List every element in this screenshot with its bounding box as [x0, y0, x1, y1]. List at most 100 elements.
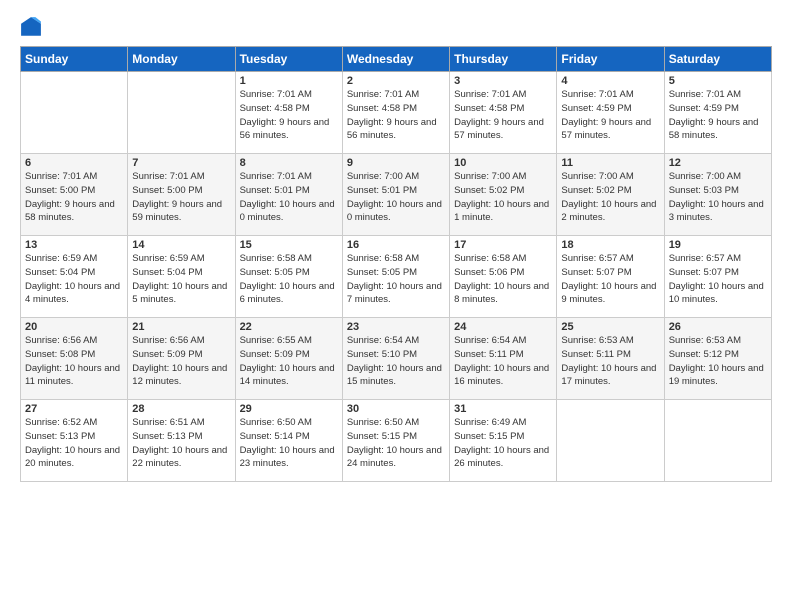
- day-info: Sunrise: 6:49 AM Sunset: 5:15 PM Dayligh…: [454, 416, 552, 471]
- day-number: 29: [240, 403, 338, 415]
- calendar-cell: 24Sunrise: 6:54 AM Sunset: 5:11 PM Dayli…: [450, 318, 557, 400]
- day-info: Sunrise: 7:00 AM Sunset: 5:01 PM Dayligh…: [347, 170, 445, 225]
- calendar-cell: 11Sunrise: 7:00 AM Sunset: 5:02 PM Dayli…: [557, 154, 664, 236]
- calendar-cell: 27Sunrise: 6:52 AM Sunset: 5:13 PM Dayli…: [21, 400, 128, 482]
- day-number: 3: [454, 75, 552, 87]
- day-info: Sunrise: 7:01 AM Sunset: 4:59 PM Dayligh…: [669, 88, 767, 143]
- calendar-cell: 2Sunrise: 7:01 AM Sunset: 4:58 PM Daylig…: [342, 72, 449, 154]
- calendar-cell: 3Sunrise: 7:01 AM Sunset: 4:58 PM Daylig…: [450, 72, 557, 154]
- calendar-week-5: 27Sunrise: 6:52 AM Sunset: 5:13 PM Dayli…: [21, 400, 772, 482]
- day-number: 31: [454, 403, 552, 415]
- day-number: 23: [347, 321, 445, 333]
- day-number: 13: [25, 239, 123, 251]
- day-number: 16: [347, 239, 445, 251]
- day-number: 2: [347, 75, 445, 87]
- calendar-cell: 13Sunrise: 6:59 AM Sunset: 5:04 PM Dayli…: [21, 236, 128, 318]
- day-number: 11: [561, 157, 659, 169]
- day-number: 20: [25, 321, 123, 333]
- day-info: Sunrise: 6:57 AM Sunset: 5:07 PM Dayligh…: [561, 252, 659, 307]
- calendar-cell: 10Sunrise: 7:00 AM Sunset: 5:02 PM Dayli…: [450, 154, 557, 236]
- day-number: 8: [240, 157, 338, 169]
- day-number: 19: [669, 239, 767, 251]
- calendar-cell: 9Sunrise: 7:00 AM Sunset: 5:01 PM Daylig…: [342, 154, 449, 236]
- day-number: 25: [561, 321, 659, 333]
- day-info: Sunrise: 6:50 AM Sunset: 5:15 PM Dayligh…: [347, 416, 445, 471]
- day-number: 17: [454, 239, 552, 251]
- day-number: 28: [132, 403, 230, 415]
- calendar-cell: 15Sunrise: 6:58 AM Sunset: 5:05 PM Dayli…: [235, 236, 342, 318]
- day-info: Sunrise: 6:52 AM Sunset: 5:13 PM Dayligh…: [25, 416, 123, 471]
- calendar-cell: 5Sunrise: 7:01 AM Sunset: 4:59 PM Daylig…: [664, 72, 771, 154]
- calendar-cell: 26Sunrise: 6:53 AM Sunset: 5:12 PM Dayli…: [664, 318, 771, 400]
- day-info: Sunrise: 7:01 AM Sunset: 4:58 PM Dayligh…: [240, 88, 338, 143]
- calendar-cell: 22Sunrise: 6:55 AM Sunset: 5:09 PM Dayli…: [235, 318, 342, 400]
- day-info: Sunrise: 7:00 AM Sunset: 5:02 PM Dayligh…: [561, 170, 659, 225]
- day-info: Sunrise: 6:50 AM Sunset: 5:14 PM Dayligh…: [240, 416, 338, 471]
- day-number: 30: [347, 403, 445, 415]
- calendar-header-sunday: Sunday: [21, 47, 128, 72]
- calendar-cell: 28Sunrise: 6:51 AM Sunset: 5:13 PM Dayli…: [128, 400, 235, 482]
- day-info: Sunrise: 6:54 AM Sunset: 5:10 PM Dayligh…: [347, 334, 445, 389]
- calendar-cell: 25Sunrise: 6:53 AM Sunset: 5:11 PM Dayli…: [557, 318, 664, 400]
- calendar-cell: 29Sunrise: 6:50 AM Sunset: 5:14 PM Dayli…: [235, 400, 342, 482]
- calendar-cell: 8Sunrise: 7:01 AM Sunset: 5:01 PM Daylig…: [235, 154, 342, 236]
- day-number: 21: [132, 321, 230, 333]
- calendar-cell: 4Sunrise: 7:01 AM Sunset: 4:59 PM Daylig…: [557, 72, 664, 154]
- calendar-week-4: 20Sunrise: 6:56 AM Sunset: 5:08 PM Dayli…: [21, 318, 772, 400]
- day-info: Sunrise: 6:57 AM Sunset: 5:07 PM Dayligh…: [669, 252, 767, 307]
- calendar-cell: 6Sunrise: 7:01 AM Sunset: 5:00 PM Daylig…: [21, 154, 128, 236]
- calendar-header-friday: Friday: [557, 47, 664, 72]
- logo-icon: [20, 16, 42, 38]
- calendar-header-tuesday: Tuesday: [235, 47, 342, 72]
- day-number: 10: [454, 157, 552, 169]
- day-info: Sunrise: 7:01 AM Sunset: 5:00 PM Dayligh…: [132, 170, 230, 225]
- calendar-cell: [128, 72, 235, 154]
- calendar-cell: 16Sunrise: 6:58 AM Sunset: 5:05 PM Dayli…: [342, 236, 449, 318]
- day-number: 14: [132, 239, 230, 251]
- day-info: Sunrise: 7:01 AM Sunset: 4:58 PM Dayligh…: [454, 88, 552, 143]
- day-number: 5: [669, 75, 767, 87]
- calendar-week-2: 6Sunrise: 7:01 AM Sunset: 5:00 PM Daylig…: [21, 154, 772, 236]
- day-info: Sunrise: 7:01 AM Sunset: 4:59 PM Dayligh…: [561, 88, 659, 143]
- day-info: Sunrise: 6:55 AM Sunset: 5:09 PM Dayligh…: [240, 334, 338, 389]
- day-info: Sunrise: 7:00 AM Sunset: 5:02 PM Dayligh…: [454, 170, 552, 225]
- calendar-week-1: 1Sunrise: 7:01 AM Sunset: 4:58 PM Daylig…: [21, 72, 772, 154]
- day-number: 15: [240, 239, 338, 251]
- calendar-week-3: 13Sunrise: 6:59 AM Sunset: 5:04 PM Dayli…: [21, 236, 772, 318]
- calendar-cell: 17Sunrise: 6:58 AM Sunset: 5:06 PM Dayli…: [450, 236, 557, 318]
- day-number: 22: [240, 321, 338, 333]
- day-info: Sunrise: 6:58 AM Sunset: 5:05 PM Dayligh…: [347, 252, 445, 307]
- calendar-cell: 12Sunrise: 7:00 AM Sunset: 5:03 PM Dayli…: [664, 154, 771, 236]
- day-info: Sunrise: 7:00 AM Sunset: 5:03 PM Dayligh…: [669, 170, 767, 225]
- calendar-header-thursday: Thursday: [450, 47, 557, 72]
- day-info: Sunrise: 6:56 AM Sunset: 5:08 PM Dayligh…: [25, 334, 123, 389]
- day-number: 26: [669, 321, 767, 333]
- calendar-cell: 23Sunrise: 6:54 AM Sunset: 5:10 PM Dayli…: [342, 318, 449, 400]
- day-number: 6: [25, 157, 123, 169]
- day-number: 1: [240, 75, 338, 87]
- day-info: Sunrise: 7:01 AM Sunset: 5:01 PM Dayligh…: [240, 170, 338, 225]
- calendar-header-wednesday: Wednesday: [342, 47, 449, 72]
- calendar-header-row: SundayMondayTuesdayWednesdayThursdayFrid…: [21, 47, 772, 72]
- day-number: 27: [25, 403, 123, 415]
- calendar-cell: 1Sunrise: 7:01 AM Sunset: 4:58 PM Daylig…: [235, 72, 342, 154]
- day-number: 12: [669, 157, 767, 169]
- calendar-cell: [557, 400, 664, 482]
- day-number: 7: [132, 157, 230, 169]
- calendar-cell: 30Sunrise: 6:50 AM Sunset: 5:15 PM Dayli…: [342, 400, 449, 482]
- day-info: Sunrise: 6:58 AM Sunset: 5:05 PM Dayligh…: [240, 252, 338, 307]
- calendar-cell: 7Sunrise: 7:01 AM Sunset: 5:00 PM Daylig…: [128, 154, 235, 236]
- header: [20, 16, 772, 38]
- calendar: SundayMondayTuesdayWednesdayThursdayFrid…: [20, 46, 772, 482]
- day-number: 18: [561, 239, 659, 251]
- calendar-cell: [21, 72, 128, 154]
- day-info: Sunrise: 6:58 AM Sunset: 5:06 PM Dayligh…: [454, 252, 552, 307]
- calendar-header-monday: Monday: [128, 47, 235, 72]
- calendar-cell: 18Sunrise: 6:57 AM Sunset: 5:07 PM Dayli…: [557, 236, 664, 318]
- calendar-cell: 31Sunrise: 6:49 AM Sunset: 5:15 PM Dayli…: [450, 400, 557, 482]
- calendar-cell: 19Sunrise: 6:57 AM Sunset: 5:07 PM Dayli…: [664, 236, 771, 318]
- day-info: Sunrise: 7:01 AM Sunset: 4:58 PM Dayligh…: [347, 88, 445, 143]
- day-info: Sunrise: 7:01 AM Sunset: 5:00 PM Dayligh…: [25, 170, 123, 225]
- day-number: 24: [454, 321, 552, 333]
- day-info: Sunrise: 6:51 AM Sunset: 5:13 PM Dayligh…: [132, 416, 230, 471]
